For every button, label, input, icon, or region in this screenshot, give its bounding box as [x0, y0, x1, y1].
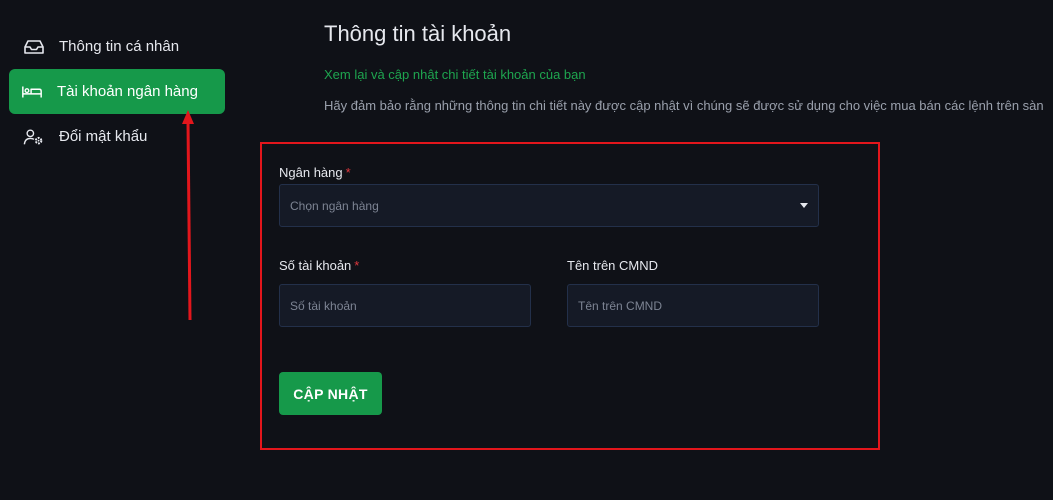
page-title: Thông tin tài khoản — [324, 21, 512, 46]
id-name-label: Tên trên CMND — [567, 258, 659, 273]
sidebar-item-label: Đổi mật khẩu — [59, 128, 148, 145]
update-button[interactable]: CẬP NHẬT — [279, 372, 382, 415]
page-subtitle: Xem lại và cập nhật chi tiết tài khoản c… — [324, 67, 586, 82]
bank-label: Ngân hàng * — [279, 165, 351, 180]
sidebar-item-label: Tài khoản ngân hàng — [57, 83, 198, 100]
sidebar-item-label: Thông tin cá nhân — [59, 38, 180, 55]
required-mark: * — [354, 258, 360, 273]
caret-down-icon — [800, 203, 808, 208]
inbox-icon — [23, 38, 45, 56]
bank-select[interactable]: Chọn ngân hàng — [279, 184, 819, 227]
sidebar-item-personal-info[interactable]: Thông tin cá nhân — [9, 24, 225, 69]
account-number-input[interactable] — [279, 284, 531, 327]
sidebar-item-change-password[interactable]: Đổi mật khẩu — [9, 114, 225, 159]
sidebar: Thông tin cá nhân Tài khoản ngân hàng Đổ… — [0, 0, 240, 500]
bank-select-placeholder: Chọn ngân hàng — [290, 198, 379, 213]
sidebar-item-bank-account[interactable]: Tài khoản ngân hàng — [9, 69, 225, 114]
id-name-input[interactable] — [567, 284, 819, 327]
bed-icon — [21, 83, 43, 101]
page-description: Hãy đảm bảo rằng những thông tin chi tiế… — [324, 98, 1044, 113]
required-mark: * — [345, 165, 351, 180]
user-settings-icon — [23, 128, 45, 146]
account-number-label: Số tài khoản * — [279, 258, 360, 273]
